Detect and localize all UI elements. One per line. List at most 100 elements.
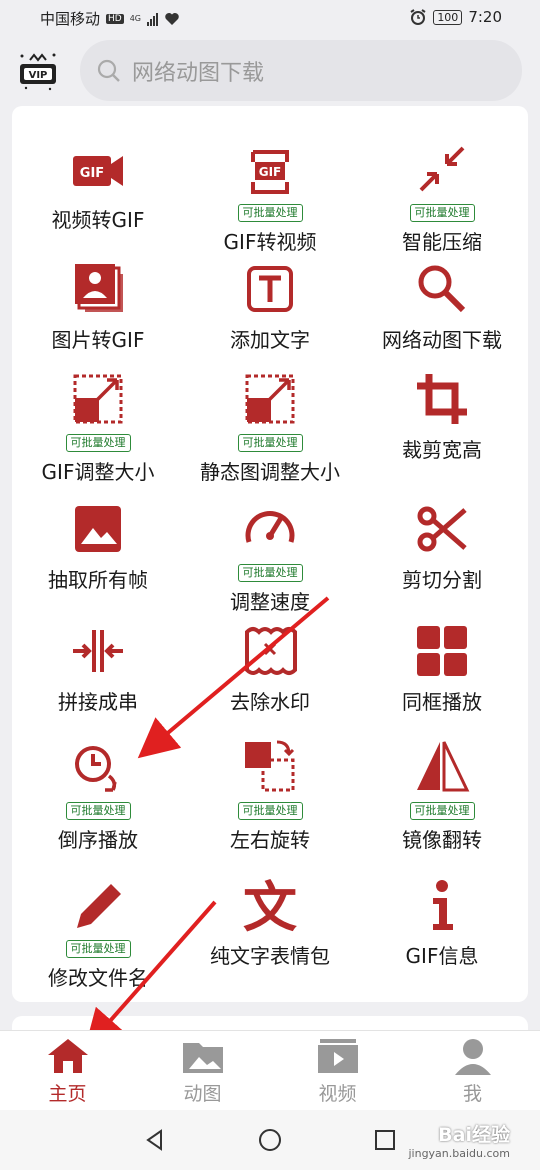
scissors-icon [417, 506, 467, 552]
tool-tile[interactable]: 文纯文字表情包 [184, 874, 356, 969]
add-text-icon [247, 266, 293, 312]
tool-tile[interactable]: 可批量处理 左右旋转 [184, 736, 356, 853]
speed-icon [245, 510, 295, 543]
batch-badge: 可批量处理 [237, 802, 303, 820]
tool-label: 网络动图下载 [382, 328, 502, 352]
tab-label: 视频 [318, 1083, 357, 1105]
gif-folder-icon [182, 1043, 223, 1073]
svg-text:VIP: VIP [29, 70, 48, 81]
tool-label: 图片转GIF [51, 328, 145, 352]
header: VIP 网络动图下载 [0, 40, 540, 104]
mirror-icon [417, 741, 470, 792]
batch-badge: 可批量处理 [65, 940, 131, 958]
clock: 7:20 [468, 8, 502, 26]
reverse-play-icon [75, 746, 117, 792]
tool-label: 拼接成串 [58, 690, 138, 714]
tool-label: 抽取所有帧 [48, 568, 148, 592]
tool-label: 镜像翻转 [402, 828, 482, 852]
tab-gifs[interactable]: 动图 [135, 1035, 270, 1106]
tool-label: GIF信息 [405, 944, 479, 968]
tool-label: 调整速度 [230, 590, 310, 614]
join-icon [73, 630, 123, 672]
tool-label: 裁剪宽高 [402, 438, 482, 462]
svg-text:GIF: GIF [80, 166, 104, 181]
vip-logo[interactable]: VIP [16, 48, 60, 92]
rotate-icon [245, 740, 295, 792]
tool-label: GIF调整大小 [41, 460, 155, 484]
tool-tile[interactable]: 可批量处理静态图调整大小 [184, 368, 356, 485]
search-placeholder: 网络动图下载 [132, 60, 265, 86]
tool-tile[interactable]: 可批量处理 修改文件名 [12, 874, 184, 991]
heart-icon [165, 12, 179, 25]
compress-icon [419, 146, 465, 192]
tab-me[interactable]: 我 [405, 1035, 540, 1106]
tool-tile[interactable]: 可批量处理 智能压缩 [356, 138, 528, 255]
back-icon[interactable] [143, 1128, 167, 1152]
extract-frames-icon [75, 506, 121, 552]
batch-badge: 可批量处理 [65, 434, 131, 452]
tool-label: 倒序播放 [58, 828, 138, 852]
status-bar: 中国移动 HD 4G 100 7:20 [0, 0, 540, 36]
rename-icon [77, 884, 121, 928]
bottom-tab-bar: 主页 动图 视频 我 [0, 1030, 540, 1110]
carrier-label: 中国移动 [40, 10, 101, 28]
search-bar[interactable]: 网络动图下载 [80, 40, 522, 101]
tool-tile[interactable]: GIF信息 [356, 874, 528, 969]
tool-tile[interactable]: 可批量处理 调整速度 [184, 498, 356, 615]
tool-label: 左右旋转 [230, 828, 310, 852]
tool-tile[interactable]: 裁剪宽高 [356, 368, 528, 463]
batch-badge: 可批量处理 [65, 802, 131, 820]
tool-tile[interactable]: 可批量处理 GIF调整大小 [12, 368, 184, 485]
search-icon [97, 59, 120, 82]
tab-videos[interactable]: 视频 [270, 1035, 405, 1106]
network-type: 4G [129, 13, 142, 23]
profile-icon [454, 1039, 491, 1075]
tab-label: 主页 [48, 1083, 87, 1105]
remove-watermark-icon [245, 627, 297, 675]
tool-tile[interactable]: 同框播放 [356, 620, 528, 715]
tab-home[interactable]: 主页 [0, 1035, 135, 1106]
svg-text:文: 文 [243, 875, 297, 936]
tool-tile[interactable]: 网络动图下载 [356, 258, 528, 353]
hd-badge: HD [106, 13, 124, 24]
tool-tile[interactable]: 可批量处理 倒序播放 [12, 736, 184, 853]
tool-tile[interactable]: 可批量处理 镜像翻转 [356, 736, 528, 853]
tool-tile[interactable]: 拼接成串 [12, 620, 184, 715]
search-download-icon [418, 265, 466, 313]
tool-tile[interactable]: 抽取所有帧 [12, 498, 184, 593]
watermark: Bai经验 jingyan.baidu.com [408, 1120, 510, 1160]
batch-badge: 可批量处理 [409, 802, 475, 820]
resize-icon [73, 374, 123, 424]
tool-tile[interactable]: GIF 视频转GIF [12, 138, 184, 233]
tool-tile[interactable]: 去除水印 [184, 620, 356, 715]
tab-label: 动图 [183, 1083, 222, 1105]
signal-icon [147, 12, 159, 26]
tool-grid: GIF 视频转GIF GIF 可批量处理 GIF转视频 可批量处理 智能压缩 图片转GIF 添加… [12, 106, 528, 1002]
tool-label: 添加文字 [230, 328, 310, 352]
resize-static-icon [245, 374, 295, 424]
tool-label: 纯文字表情包 [210, 944, 330, 968]
system-nav-bar: Bai经验 jingyan.baidu.com [0, 1110, 540, 1170]
video-to-gif-icon: GIF [73, 156, 123, 186]
tool-tile[interactable]: 图片转GIF [12, 258, 184, 353]
batch-badge: 可批量处理 [237, 434, 303, 452]
home-nav-icon[interactable] [258, 1128, 282, 1152]
recents-icon[interactable] [373, 1128, 397, 1152]
svg-text:GIF: GIF [259, 165, 282, 179]
tool-tile[interactable]: 添加文字 [184, 258, 356, 353]
tool-tile[interactable]: 剪切分割 [356, 498, 528, 593]
tool-label: 静态图调整大小 [200, 460, 340, 484]
tool-label: 剪切分割 [402, 568, 482, 592]
tool-label: 视频转GIF [51, 208, 145, 232]
batch-badge: 可批量处理 [409, 204, 475, 222]
crop-icon [417, 374, 467, 424]
batch-badge: 可批量处理 [237, 564, 303, 582]
tool-tile[interactable]: GIF 可批量处理 GIF转视频 [184, 138, 356, 255]
battery-indicator: 100 [433, 9, 463, 25]
watermark-brand: Bai经验 [438, 1124, 510, 1146]
home-icon [47, 1039, 88, 1073]
batch-badge: 可批量处理 [237, 204, 303, 222]
info-icon [433, 880, 453, 930]
video-icon [317, 1039, 358, 1073]
tool-label: 去除水印 [230, 690, 310, 714]
